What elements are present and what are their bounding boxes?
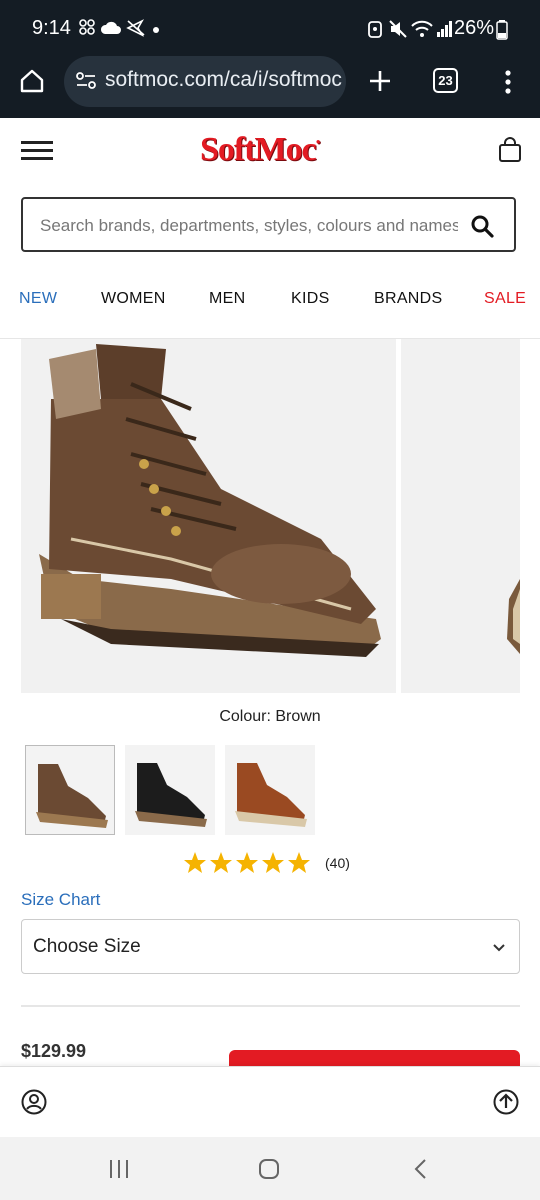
rating-stars[interactable] [183,851,313,877]
site-header: SoftMoc● Search brands, departments, sty… [0,118,540,339]
nav-sale[interactable]: SALE [484,290,526,308]
search-input[interactable]: Search brands, departments, styles, colo… [40,216,458,236]
status-time: 9:14 [32,17,71,39]
nav-new[interactable]: NEW [19,290,57,308]
signal-icon [436,20,454,43]
softmoc-logo[interactable]: SoftMoc● [200,131,321,169]
dot-icon [153,27,159,33]
colour-label: Colour: Brown [219,708,321,725]
section-divider [21,1005,520,1007]
chevron-down-icon [492,940,506,958]
star-icon [210,852,232,873]
shopping-bag-icon[interactable] [498,137,522,168]
black-boot-thumb [135,763,207,827]
back-icon[interactable] [413,1158,429,1185]
star-icon [184,852,206,873]
boot-image-partial [401,339,520,693]
bottom-toolbar [0,1066,540,1138]
tan-boot-thumb [235,763,307,827]
wifi-icon [410,19,434,44]
tab-switcher-button[interactable]: 23 [433,68,458,93]
browser-toolbar: softmoc.com/ca/i/softmoc 23 [0,56,540,118]
search-box[interactable]: Search brands, departments, styles, colo… [21,197,516,252]
home-button-icon[interactable] [258,1158,280,1185]
mute-icon [388,19,408,44]
status-bar: 9:14 26% [0,0,540,56]
brown-boot-thumb [36,764,108,828]
nav-kids[interactable]: KIDS [291,290,330,308]
rating-count[interactable]: (40) [325,855,350,871]
address-bar[interactable]: softmoc.com/ca/i/softmoc [64,56,346,107]
product-price: $129.99 [21,1041,87,1061]
nav-brands[interactable]: BRANDS [374,290,442,308]
swatch-black[interactable] [125,745,215,835]
brown-boot-image [21,339,396,693]
battery-icon [496,20,508,45]
swatch-brown[interactable] [25,745,115,835]
more-menu-icon[interactable] [504,69,512,100]
registered-mark: ● [315,136,321,146]
home-icon[interactable] [19,68,45,99]
nav-women[interactable]: WOMEN [101,290,166,308]
product-image-next[interactable] [401,339,520,693]
star-icon [236,852,258,873]
site-settings-icon[interactable] [76,72,96,95]
logo-text: SoftMoc [200,131,317,168]
url-text: softmoc.com/ca/i/softmoc [105,68,342,91]
recent-apps-icon[interactable] [108,1159,130,1184]
new-tab-icon[interactable] [367,68,393,99]
cloud-icon [100,19,122,40]
mute-notification-icon [126,19,146,42]
account-icon[interactable] [21,1089,47,1120]
hamburger-menu-icon[interactable] [21,140,53,167]
star-icon [262,852,284,873]
search-icon[interactable] [470,214,494,243]
swatch-tan[interactable] [225,745,315,835]
system-navigation-bar [0,1137,540,1200]
alarm-icon [367,19,383,44]
pinwheel-icon [78,18,96,41]
battery-percent: 26% [453,17,494,39]
product-image-main[interactable] [21,339,396,693]
size-select-value: Choose Size [33,936,141,957]
star-icon [288,852,310,873]
size-select[interactable]: Choose Size [21,919,520,974]
scroll-to-top-icon[interactable] [493,1089,519,1120]
nav-men[interactable]: MEN [209,290,245,308]
size-chart-link[interactable]: Size Chart [21,890,100,910]
